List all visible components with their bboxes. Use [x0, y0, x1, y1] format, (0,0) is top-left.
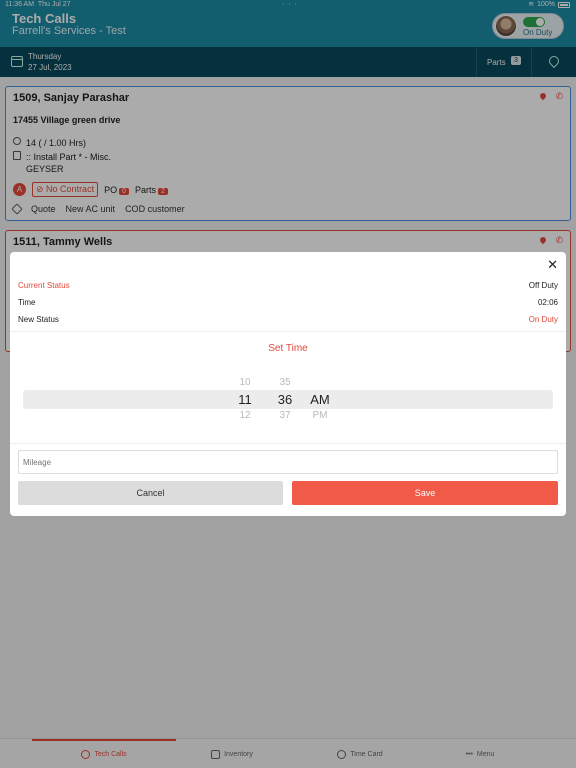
hour-selected[interactable]: 11: [230, 392, 260, 407]
ampm-selected[interactable]: AM: [305, 392, 335, 407]
save-button[interactable]: Save: [292, 481, 558, 505]
time-value: 02:06: [537, 298, 558, 307]
minute-selected[interactable]: 36: [270, 392, 300, 407]
new-status-label: New Status: [18, 315, 59, 324]
time-label: Time: [18, 298, 36, 307]
mileage-input[interactable]: [18, 450, 558, 474]
close-icon[interactable]: ✕: [547, 257, 558, 273]
divider: [10, 331, 566, 332]
minute-next[interactable]: 37: [270, 410, 300, 421]
set-time-heading: Set Time: [268, 343, 308, 354]
ampm-next[interactable]: PM: [305, 410, 335, 421]
minute-prev[interactable]: 35: [270, 377, 300, 388]
current-status-label: Current Status: [18, 281, 70, 290]
status-change-modal: ✕ Current Status Off Duty Time 02:06 New…: [10, 252, 566, 516]
divider: [10, 443, 566, 444]
new-status-value: On Duty: [528, 315, 558, 324]
cancel-button[interactable]: Cancel: [18, 481, 283, 505]
hour-prev[interactable]: 10: [230, 377, 260, 388]
current-status-value: Off Duty: [528, 281, 558, 290]
hour-next[interactable]: 12: [230, 410, 260, 421]
